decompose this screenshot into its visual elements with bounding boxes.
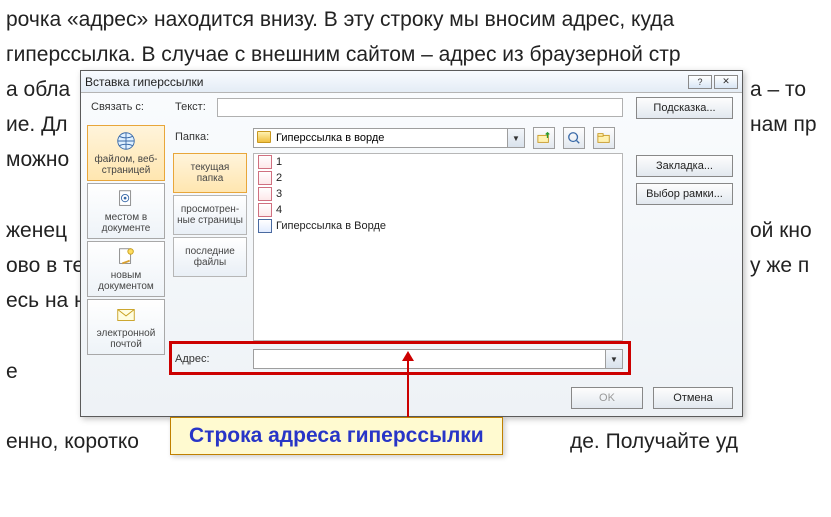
annotation-arrow	[407, 360, 409, 420]
folder-dropdown[interactable]: Гиперссылка в ворде ▼	[253, 128, 525, 148]
bg-text-line: женец	[6, 219, 67, 243]
list-item[interactable]: Гиперссылка в Ворде	[254, 218, 622, 234]
bg-text-line: ой кно	[750, 219, 812, 243]
bg-text-line: гиперссылка. В случае с внешним сайтом –…	[6, 43, 681, 67]
tab-label: местом в документе	[90, 212, 162, 234]
file-name: 3	[276, 188, 282, 200]
bg-text-line: ие. Дл	[6, 113, 68, 137]
screentip-button[interactable]: Подсказка...	[636, 97, 733, 119]
file-list[interactable]: 1 2 3 4 Гиперссылка в Ворде	[253, 153, 623, 341]
list-item[interactable]: 1	[254, 154, 622, 170]
bg-text-line: можно	[6, 148, 69, 172]
address-combobox[interactable]: ▼	[253, 349, 623, 369]
bg-text-line: енно, коротко	[6, 430, 139, 454]
file-name: 1	[276, 156, 282, 168]
globe-file-icon	[115, 130, 137, 152]
picture-file-icon	[258, 187, 272, 201]
folder-icon	[257, 131, 271, 143]
picture-file-icon	[258, 203, 272, 217]
bg-text-line: нам пр	[750, 113, 817, 137]
file-name: 4	[276, 204, 282, 216]
tab-file-webpage[interactable]: файлом, веб-страницей	[87, 125, 165, 181]
text-label: Текст:	[175, 101, 206, 113]
insert-hyperlink-dialog: Вставка гиперссылки ? ✕ Связать с: Текст…	[80, 70, 743, 417]
browse-web-button[interactable]	[563, 127, 585, 149]
file-name: Гиперссылка в Ворде	[276, 220, 386, 232]
word-file-icon	[258, 219, 272, 233]
dialog-title: Вставка гиперссылки	[85, 75, 686, 89]
close-button[interactable]: ✕	[714, 75, 738, 89]
tab-current-folder[interactable]: текущая папка	[173, 153, 247, 193]
target-frame-button[interactable]: Выбор рамки...	[636, 183, 733, 205]
tab-browsed-pages[interactable]: просмотрен-ные страницы	[173, 195, 247, 235]
bg-text-line: а обла	[6, 78, 70, 102]
browse-file-button[interactable]	[593, 127, 615, 149]
list-item[interactable]: 3	[254, 186, 622, 202]
bg-text-line: есь на н	[6, 289, 86, 313]
tab-label: электронной почтой	[90, 328, 162, 350]
link-to-label: Связать с:	[91, 101, 144, 113]
tab-email-address[interactable]: электронной почтой	[87, 299, 165, 355]
document-target-icon	[115, 188, 137, 210]
chevron-down-icon: ▼	[605, 350, 622, 368]
help-button[interactable]: ?	[688, 75, 712, 89]
bg-text-line: у же п	[750, 254, 809, 278]
bg-text-line: ово в те	[6, 254, 84, 278]
bg-text-line: де. Получайте уд	[570, 430, 738, 454]
bg-text-line: е	[6, 360, 18, 384]
ok-button: OK	[571, 387, 643, 409]
picture-file-icon	[258, 155, 272, 169]
up-folder-button[interactable]	[533, 127, 555, 149]
tab-new-document[interactable]: новым документом	[87, 241, 165, 297]
email-icon	[115, 304, 137, 326]
folder-label: Папка:	[175, 131, 209, 143]
bookmark-button[interactable]: Закладка...	[636, 155, 733, 177]
new-document-icon	[115, 246, 137, 268]
tab-place-in-document[interactable]: местом в документе	[87, 183, 165, 239]
tab-label: новым документом	[90, 270, 162, 292]
bg-text-line: а – то	[750, 78, 806, 102]
file-name: 2	[276, 172, 282, 184]
address-label: Адрес:	[175, 353, 210, 365]
tab-recent-files[interactable]: последние файлы	[173, 237, 247, 277]
bg-text-line: рочка «адрес» находится внизу. В эту стр…	[6, 8, 674, 32]
chevron-down-icon: ▼	[507, 129, 524, 147]
list-item[interactable]: 4	[254, 202, 622, 218]
annotation-callout: Строка адреса гиперссылки	[170, 417, 503, 455]
cancel-button[interactable]: Отмена	[653, 387, 733, 409]
picture-file-icon	[258, 171, 272, 185]
titlebar: Вставка гиперссылки ? ✕	[81, 71, 742, 93]
folder-value: Гиперссылка в ворде	[276, 132, 384, 144]
text-input[interactable]	[217, 98, 623, 117]
tab-label: файлом, веб-страницей	[90, 154, 162, 176]
list-item[interactable]: 2	[254, 170, 622, 186]
